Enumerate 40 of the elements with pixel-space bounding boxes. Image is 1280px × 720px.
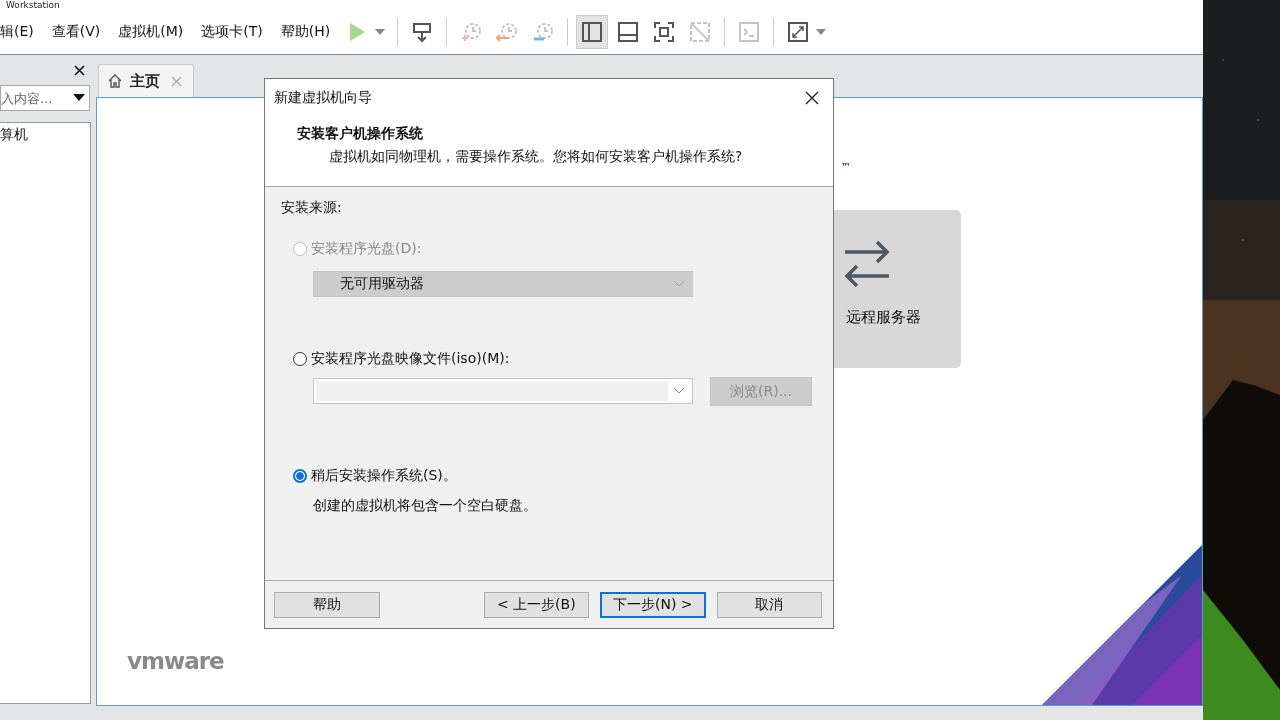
sidebar-layout-icon [580,20,605,44]
radio-option[interactable]: 安装程序光盘映像文件(iso)(M): [293,348,833,370]
crossed-window-icon [688,20,713,44]
clock-arrow-icon [495,20,520,44]
dialog-title: 新建虚拟机向导 [274,88,372,107]
radio-option[interactable]: 稍后安装操作系统(S)。 [293,465,833,487]
home-tab[interactable]: 主页 [98,64,194,97]
menu-item[interactable]: 选项卡(T) [192,17,272,47]
radio-button[interactable] [293,352,307,366]
home-icon [107,73,123,89]
trademark-mark: ™ [841,161,852,172]
menu-item[interactable]: 查看(V) [42,17,110,47]
clock-plus-icon [459,20,484,44]
menu-item[interactable]: 帮助(H) [271,17,340,47]
menu-item[interactable]: 辑(E) [0,17,43,47]
sidebar-tool-button[interactable] [576,15,609,49]
dialog-button[interactable]: 取消 [716,591,822,618]
remote-server-card[interactable]: 远程服务器 [831,210,961,368]
radio-button[interactable] [293,469,307,483]
fullscreen-icon [652,20,677,44]
step-heading: 安装客户机操作系统 [297,125,424,143]
step-description: 虚拟机如同物理机，需要操作系统。您将如何安装客户机操作系统? [329,148,744,166]
chevron-icon [674,388,684,394]
menu-item[interactable]: 虚拟机(M) [109,17,193,47]
dialog-button[interactable]: 下一步(N) > [600,591,706,618]
dialog-button[interactable]: 帮助 [274,591,380,618]
vmware-logo: vmware [127,648,225,674]
chevron-icon [674,281,684,287]
search-field[interactable]: 入内容... [0,85,90,111]
expand-icon [786,20,811,44]
dialog-button[interactable]: < 上一步(B) [483,591,589,618]
option-note: 创建的虚拟机将包含一个空白硬盘。 [313,497,538,515]
bottom-bar-layout-icon [616,20,641,44]
window-title: Workstation [5,1,60,10]
tree-item[interactable]: 算机 [0,123,90,147]
close-icon[interactable] [74,64,85,76]
caret-icon[interactable] [73,94,85,101]
section-label: 安装来源: [281,199,343,217]
terminal-icon [737,20,762,44]
close-icon[interactable] [805,90,819,105]
